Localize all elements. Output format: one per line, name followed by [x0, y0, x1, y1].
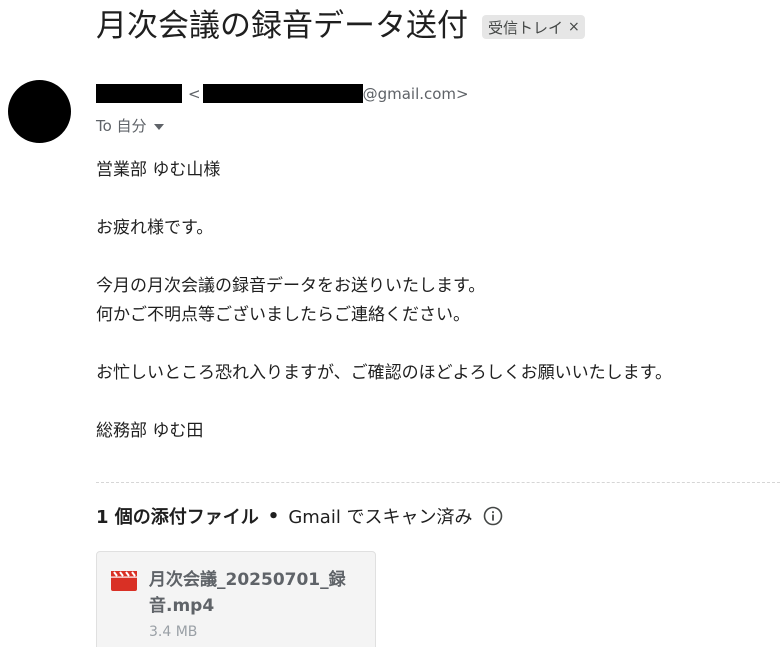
label-text: 受信トレイ: [488, 18, 564, 37]
body-line: 総務部 ゆむ田: [96, 421, 204, 441]
body-line: [96, 243, 780, 272]
chevron-down-icon: [153, 123, 164, 130]
sender-email-open: <: [188, 84, 201, 103]
separator-dot: •: [267, 505, 280, 527]
email-view: 月次会議の録音データ送付 受信トレイ × < @gmail.com> To 自分…: [0, 0, 780, 647]
redacted-sender-email: [202, 84, 363, 103]
email-subject: 月次会議の録音データ送付: [96, 8, 468, 44]
info-icon[interactable]: [483, 506, 503, 526]
email-body: 営業部 ゆむ山様 お疲れ様です。 今月の月次会議の録音データをお送りいたします。…: [96, 156, 780, 446]
redacted-sender-name: [96, 84, 182, 103]
attachment-size: 3.4 MB: [149, 624, 198, 640]
attachments-header: 1 個の添付ファイル • Gmail でスキャン済み: [96, 503, 503, 529]
body-line: お忙しいところ恐れ入りますが、ご確認のほどよろしくお願いいたします。: [96, 363, 672, 383]
attachment-filename: 月次会議_20250701_録音.mp4: [149, 570, 346, 616]
attachment-card[interactable]: 月次会議_20250701_録音.mp4 3.4 MB: [96, 551, 376, 647]
body-line: 何かご不明点等ございましたらご連絡ください。: [96, 305, 470, 325]
body-line: 今月の月次会議の録音データをお送りいたします。: [96, 276, 486, 296]
body-line: 営業部 ゆむ山様: [96, 160, 221, 180]
remove-label-icon[interactable]: ×: [568, 19, 580, 35]
attachment-count: 1 個の添付ファイル: [96, 507, 259, 528]
body-line: お疲れ様です。: [96, 218, 214, 238]
body-line: [96, 185, 780, 214]
scan-status: Gmail でスキャン済み: [288, 507, 473, 528]
body-line: [96, 388, 780, 417]
recipient-text: To 自分: [96, 117, 147, 135]
inbox-label-chip[interactable]: 受信トレイ ×: [482, 15, 585, 39]
attachment-divider: [96, 482, 780, 483]
subject-row: 月次会議の録音データ送付 受信トレイ ×: [96, 4, 585, 48]
sender-email-domain: @gmail.com>: [362, 84, 469, 103]
video-file-icon: [111, 571, 137, 595]
recipient-details-toggle[interactable]: To 自分: [96, 115, 164, 136]
sender-avatar[interactable]: [8, 80, 71, 143]
body-line: [96, 330, 780, 359]
sender-row: < @gmail.com>: [96, 84, 469, 103]
